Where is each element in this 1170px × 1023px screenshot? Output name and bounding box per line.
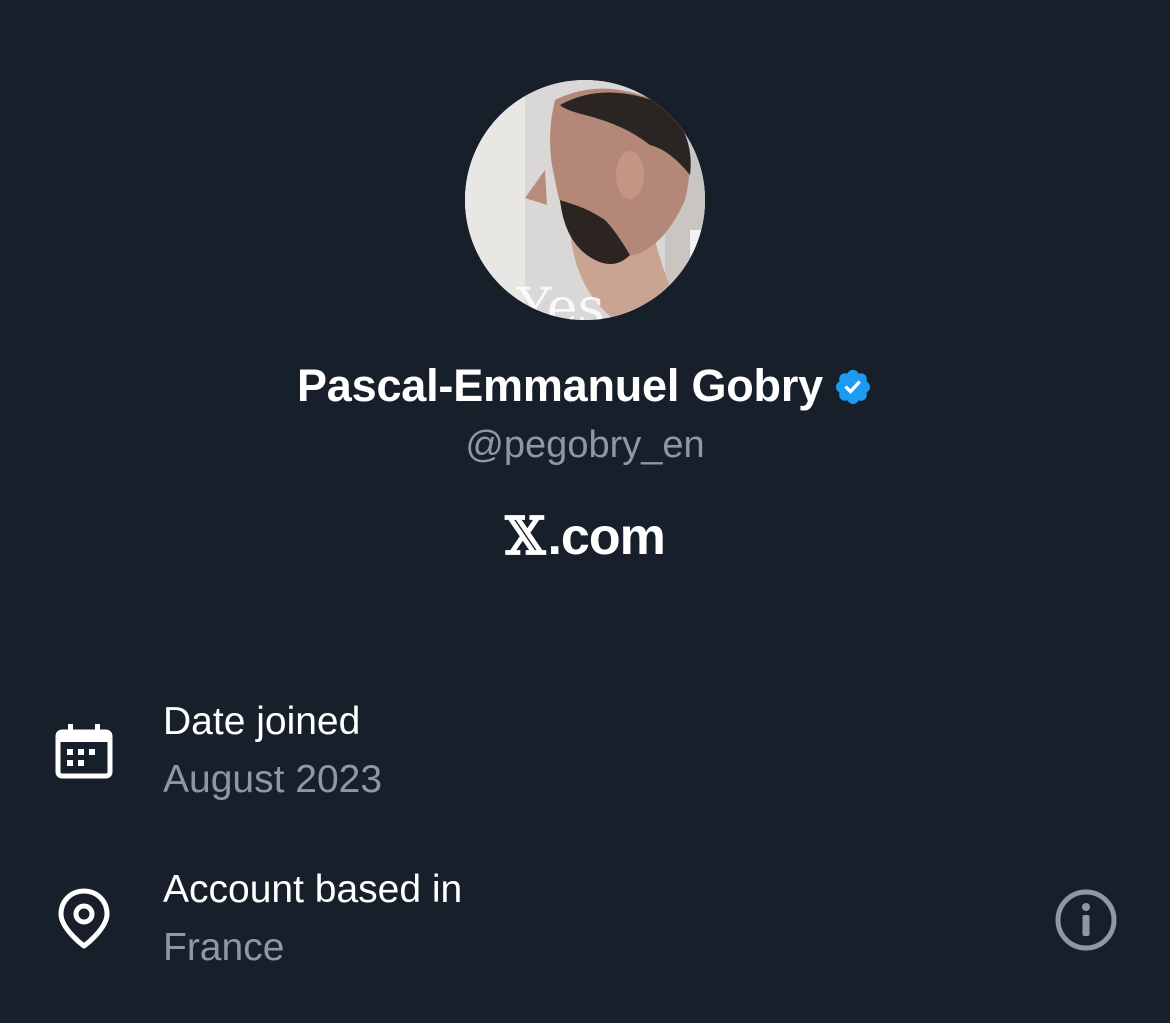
display-name: Pascal-Emmanuel Gobry xyxy=(296,360,823,411)
account-location-value: France xyxy=(163,926,285,969)
profile-about-screen: Yes Pascal-Emmanuel Gobry @pegobry_en 𝕏 … xyxy=(0,0,1170,1023)
avatar[interactable]: Yes xyxy=(465,80,705,320)
location-info-button[interactable] xyxy=(1052,886,1120,954)
calendar-icon xyxy=(52,720,116,784)
brand-logo: 𝕏 .com xyxy=(0,506,1170,568)
date-joined-label: Date joined xyxy=(163,700,361,743)
profile-photo: Yes xyxy=(465,80,705,320)
info-icon xyxy=(1055,889,1117,951)
name-row: Pascal-Emmanuel Gobry xyxy=(0,356,1170,416)
account-location-label: Account based in xyxy=(163,868,463,911)
date-joined-value: August 2023 xyxy=(163,758,383,801)
verified-badge-icon[interactable] xyxy=(833,367,873,407)
location-pin-icon xyxy=(52,886,116,950)
account-location-row: Account based in France xyxy=(0,860,1170,980)
date-joined-row: Date joined August 2023 xyxy=(0,692,1170,812)
profile-handle: @pegobry_en xyxy=(465,424,705,466)
avatar-overlay-text: Yes xyxy=(516,278,604,320)
brand-suffix: .com xyxy=(547,508,665,566)
x-logo-icon: 𝕏 xyxy=(505,506,546,567)
